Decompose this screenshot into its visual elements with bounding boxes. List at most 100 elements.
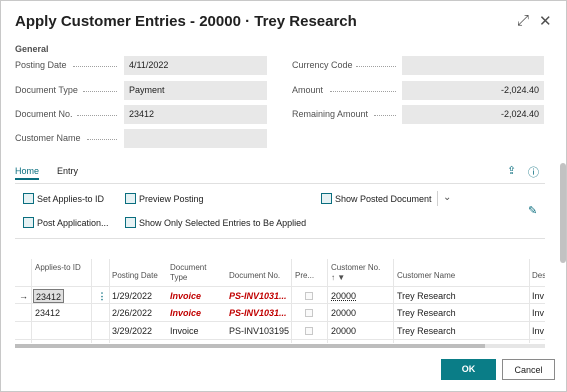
- post-icon: [23, 217, 34, 228]
- column-divider: [109, 259, 110, 343]
- customer-name-cell: Trey Research: [397, 308, 456, 318]
- customer-name-field[interactable]: [124, 129, 267, 148]
- column-divider: [393, 259, 394, 343]
- document-type-cell: Invoice: [170, 308, 202, 318]
- col-pre[interactable]: Pre...: [295, 271, 314, 281]
- expand-icon[interactable]: ⤢: [517, 12, 529, 29]
- document-no-cell[interactable]: PS-INV1031...: [229, 287, 291, 305]
- posting-date-cell: 2/26/2022: [112, 308, 153, 318]
- customer-name-cell: Trey Research: [397, 291, 456, 301]
- table-row[interactable]: 3/29/2022 Invoice PS-INV103195 20000 Tre…: [15, 322, 545, 340]
- column-divider: [91, 259, 92, 343]
- applies-to-id-cell[interactable]: 23412: [33, 289, 65, 303]
- col-des[interactable]: Des: [532, 271, 545, 281]
- column-divider: [327, 259, 328, 343]
- currency-code-label: Currency Code: [292, 60, 353, 70]
- document-no-label: Document No.: [15, 109, 73, 119]
- vertical-scrollbar-thumb[interactable]: [560, 163, 566, 263]
- show-only-selected-button[interactable]: Show Only Selected Entries to Be Applied: [125, 217, 306, 228]
- tab-entry[interactable]: Entry: [57, 166, 78, 176]
- posting-date-label: Posting Date: [15, 60, 67, 70]
- column-divider: [31, 259, 32, 343]
- pre-checkbox[interactable]: [305, 327, 313, 335]
- ok-button[interactable]: OK: [441, 359, 496, 380]
- document-icon: [321, 193, 332, 204]
- col-applies-to-id[interactable]: Applies-to ID: [35, 263, 85, 273]
- column-divider: [529, 259, 530, 343]
- document-type-label: Document Type: [15, 85, 78, 95]
- vertical-scrollbar[interactable]: [559, 161, 567, 343]
- chevron-down-icon[interactable]: ⌄: [443, 192, 451, 203]
- entries-grid: Applies-to ID Posting Date Document Type…: [15, 259, 545, 343]
- show-posted-document-label: Show Posted Document: [335, 193, 432, 204]
- info-icon[interactable]: ⓘ: [528, 164, 539, 180]
- description-cell: Inv: [532, 291, 545, 301]
- post-application-button[interactable]: Post Application...: [23, 217, 109, 228]
- posting-date-cell: 3/29/2022: [112, 326, 153, 336]
- col-customer-no[interactable]: Customer No.: [331, 263, 380, 273]
- amount-field: -2,024.40: [402, 81, 544, 100]
- applies-to-id-cell[interactable]: 23412: [35, 304, 60, 322]
- currency-code-field[interactable]: [402, 56, 544, 75]
- applies-to-icon: [23, 193, 34, 204]
- customer-no-cell[interactable]: 20000: [331, 322, 356, 340]
- set-applies-to-id-button[interactable]: Set Applies-to ID: [23, 193, 104, 204]
- amount-label: Amount: [292, 85, 324, 95]
- pre-checkbox[interactable]: [305, 309, 313, 317]
- table-row[interactable]: → 23412 ⋮ 1/29/2022 Invoice PS-INV1031..…: [15, 286, 545, 304]
- apply-customer-entries-dialog: Apply Customer Entries - 20000 · Trey Re…: [0, 0, 567, 392]
- document-type-cell: Invoice: [170, 326, 199, 336]
- sort-filter-icon[interactable]: ↑ ▼: [331, 273, 345, 283]
- show-only-selected-label: Show Only Selected Entries to Be Applied: [139, 217, 307, 228]
- dotted-leader: [330, 91, 396, 92]
- dotted-leader: [73, 66, 117, 67]
- actions-divider: [15, 238, 545, 239]
- posting-date-cell: 1/29/2022: [112, 291, 153, 301]
- preview-posting-button[interactable]: Preview Posting: [125, 193, 204, 204]
- tab-home[interactable]: Home: [15, 166, 40, 180]
- description-cell: Inv: [532, 308, 545, 318]
- col-document-no[interactable]: Document No.: [229, 271, 280, 281]
- document-type-field[interactable]: Payment: [124, 81, 267, 100]
- column-divider: [291, 259, 292, 343]
- dotted-leader: [374, 115, 396, 116]
- customer-name-cell: Trey Research: [397, 326, 456, 336]
- dialog-title: Apply Customer Entries - 20000 · Trey Re…: [15, 13, 357, 30]
- table-row[interactable]: 23412 2/26/2022 Invoice PS-INV1031... 20…: [15, 304, 545, 322]
- dotted-leader: [77, 115, 117, 116]
- horizontal-scrollbar[interactable]: [15, 344, 545, 348]
- horizontal-scrollbar-thumb[interactable]: [15, 344, 485, 348]
- dotted-leader: [87, 139, 117, 140]
- document-no-cell[interactable]: PS-INV103195: [229, 322, 291, 340]
- remaining-amount-field: -2,024.40: [402, 105, 544, 124]
- col-posting-date[interactable]: Posting Date: [112, 271, 158, 281]
- cancel-button[interactable]: Cancel: [502, 359, 555, 380]
- pin-icon[interactable]: ✎: [528, 204, 537, 217]
- row-selector-arrow-icon: →: [19, 291, 28, 301]
- post-application-label: Post Application...: [37, 217, 109, 228]
- row-menu-icon[interactable]: ⋮: [95, 287, 109, 305]
- action-separator: [437, 191, 438, 206]
- close-icon[interactable]: ✕: [539, 12, 552, 30]
- share-icon[interactable]: ⇪: [507, 164, 516, 177]
- general-section-label: General: [15, 44, 49, 54]
- remaining-amount-label: Remaining Amount: [292, 109, 369, 119]
- set-applies-to-id-label: Set Applies-to ID: [37, 193, 105, 204]
- dotted-leader: [356, 66, 396, 67]
- posting-date-field[interactable]: 4/11/2022: [124, 56, 267, 75]
- customer-no-cell[interactable]: 20000: [331, 304, 356, 322]
- document-no-field[interactable]: 23412: [124, 105, 267, 124]
- dotted-leader: [83, 91, 117, 92]
- tab-divider: [15, 183, 545, 184]
- pre-checkbox[interactable]: [305, 292, 313, 300]
- preview-posting-label: Preview Posting: [139, 193, 204, 204]
- preview-icon: [125, 193, 136, 204]
- col-customer-name[interactable]: Customer Name: [397, 271, 455, 281]
- document-no-cell[interactable]: PS-INV1031...: [229, 304, 291, 322]
- filter-selected-icon: [125, 217, 136, 228]
- customer-name-label: Customer Name: [15, 133, 81, 143]
- col-document-type[interactable]: Document Type: [170, 263, 214, 283]
- customer-no-cell[interactable]: 20000: [331, 287, 356, 305]
- show-posted-document-button[interactable]: Show Posted Document: [321, 193, 432, 204]
- description-cell: Inv: [532, 326, 545, 336]
